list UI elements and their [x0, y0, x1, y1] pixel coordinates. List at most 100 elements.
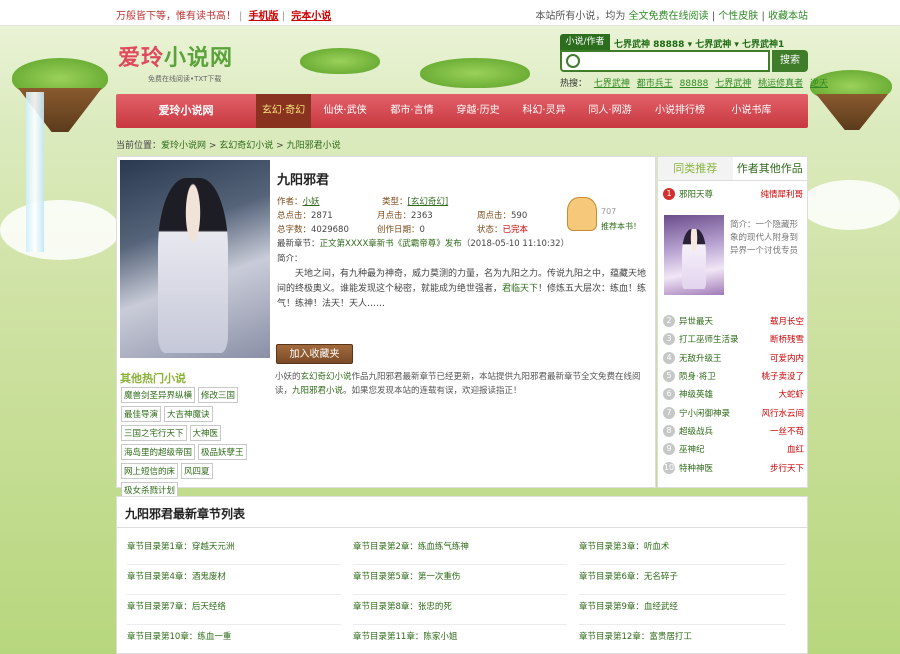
logo-name-b: 小说网: [164, 45, 234, 71]
mobile-link[interactable]: 手机版: [249, 11, 279, 22]
add-favorite-button[interactable]: 加入收藏夹: [276, 344, 353, 364]
recommend-author[interactable]: 步行天下: [770, 462, 804, 474]
recommend-book[interactable]: 神级英雄: [679, 388, 778, 400]
other-hot-item[interactable]: 大吉神魔诀: [164, 406, 213, 422]
chapter-link[interactable]: 章节目录第12章：富贵居打工: [579, 625, 785, 654]
chapter-link[interactable]: 章节目录第5章：第一次重伤: [353, 565, 567, 595]
nav-item-library[interactable]: 小说书库: [717, 94, 786, 128]
recommend-author[interactable]: 桃子卖没了: [761, 370, 804, 382]
list-item[interactable]: 3 打工巫师生活录 断桥残雪: [663, 330, 804, 348]
chapter-link[interactable]: 章节目录第11章：陈家小姐: [353, 625, 567, 654]
chapter-link[interactable]: 章节目录第10章：练血一重: [127, 625, 341, 654]
recommend-book[interactable]: 邪阳天尊: [679, 188, 760, 200]
nav-item-xianxia[interactable]: 仙侠·武侠: [311, 94, 379, 128]
free-read-link[interactable]: 全文免费在线阅读: [629, 11, 709, 22]
type-link[interactable]: [玄幻奇幻]: [408, 197, 449, 207]
recommend-author[interactable]: 载月长空: [770, 315, 804, 327]
hot-search-link[interactable]: 七界武神: [715, 79, 751, 89]
search-button[interactable]: 搜索: [772, 50, 808, 72]
list-item[interactable]: 6 神级英雄 大蛇虾: [663, 385, 804, 403]
hot-search-link[interactable]: 七界武神: [594, 79, 630, 89]
search-type-tag[interactable]: 小说/作者: [560, 34, 610, 50]
chapter-link[interactable]: 章节目录第3章：听血术: [579, 535, 785, 565]
chapter-link[interactable]: 章节目录第7章：后天经络: [127, 595, 341, 625]
tab-author-works[interactable]: 作者其他作品: [733, 157, 808, 180]
list-item[interactable]: 7 宁小闲御神录 风行水云间: [663, 403, 804, 421]
status-badge: 已完本: [502, 225, 529, 235]
search-input[interactable]: [584, 52, 764, 70]
chapter-link[interactable]: 章节目录第6章：无名碎子: [579, 565, 785, 595]
rank-number: 1: [663, 188, 675, 200]
breadcrumb-item[interactable]: 九阳邪君小说: [287, 141, 341, 151]
recommend-author[interactable]: 纯情犀利哥: [760, 188, 803, 200]
list-item[interactable]: 5 陨身·将卫 桃子卖没了: [663, 367, 804, 385]
list-item[interactable]: 2 异世最天 载月长空: [663, 312, 804, 330]
hot-search-link[interactable]: 都市兵王: [637, 79, 673, 89]
breadcrumb-item[interactable]: 爱玲小说网: [161, 141, 206, 151]
recommend-book[interactable]: 特种神医: [679, 462, 770, 474]
bookmark-site-link[interactable]: 收藏本站: [768, 11, 808, 22]
recommend-author[interactable]: 大蛇虾: [778, 388, 804, 400]
nav-item-fantasy[interactable]: 玄幻·奇幻: [256, 94, 311, 128]
skin-link[interactable]: 个性皮肤: [718, 11, 758, 22]
list-item[interactable]: 9 巫神纪 血红: [663, 440, 804, 458]
author-link[interactable]: 小妖: [303, 197, 320, 207]
other-hot-item[interactable]: 三国之宅行天下: [121, 425, 187, 441]
hot-search-link[interactable]: 88888: [680, 79, 709, 89]
search-suggestion[interactable]: 七界武神1: [742, 40, 784, 50]
recommend-author[interactable]: 血红: [787, 443, 804, 455]
recommend-link[interactable]: 推荐本书！: [601, 221, 641, 232]
site-logo[interactable]: 爱玲小说网 免费在线阅读•TXT下载: [118, 40, 268, 84]
other-hot-item[interactable]: 最佳导演: [121, 406, 162, 422]
recommend-book[interactable]: 巫神纪: [679, 443, 787, 455]
book-cover-image[interactable]: [120, 160, 270, 358]
nav-item-scifi[interactable]: 科幻·灵异: [511, 94, 577, 128]
search-suggestion[interactable]: 七界武神 ▾: [695, 40, 739, 50]
chapter-link[interactable]: 章节目录第1章：穿越天元洲: [127, 535, 341, 565]
recommend-author[interactable]: 可爱内内: [770, 352, 804, 364]
latest-chapter-link[interactable]: 正文第XXXX章新书《武霸帝尊》发布: [320, 239, 462, 249]
other-hot-item[interactable]: 海岛里的超级帝国: [121, 444, 196, 460]
desc-category-link[interactable]: 玄幻奇幻小说: [301, 372, 352, 382]
other-hot-item[interactable]: 修改三国: [198, 387, 239, 403]
hot-search-link[interactable]: 逆天: [810, 79, 828, 89]
recommend-book[interactable]: 打工巫师生活录: [679, 333, 770, 345]
list-item[interactable]: 8 超级战兵 一丝不苟: [663, 422, 804, 440]
desc-book-link[interactable]: 九阳邪君小说: [292, 386, 343, 396]
nav-home[interactable]: 爱玲小说网: [116, 94, 256, 128]
recommend-author[interactable]: 风行水云间: [761, 407, 804, 419]
other-hot-item[interactable]: 极品妖孽王: [198, 444, 247, 460]
chapter-link[interactable]: 章节目录第2章：练血练气练神: [353, 535, 567, 565]
thumbs-up-icon[interactable]: [567, 197, 597, 231]
other-hot-item[interactable]: 风四夏: [181, 463, 213, 479]
nav-item-fanfic[interactable]: 同人·网游: [577, 94, 643, 128]
complete-novels-link[interactable]: 完本小说: [291, 11, 331, 22]
words-value: 4029680: [311, 225, 349, 235]
total-click-key: 总点击：: [277, 211, 312, 221]
list-item[interactable]: 4 无敌升级王 可爱内内: [663, 349, 804, 367]
recommend-author[interactable]: 一丝不苟: [770, 425, 804, 437]
nav-item-history[interactable]: 穿越·历史: [445, 94, 511, 128]
chapter-link[interactable]: 章节目录第8章：张忠的死: [353, 595, 567, 625]
recommend-book[interactable]: 超级战兵: [679, 425, 770, 437]
recommend-book[interactable]: 无敌升级王: [679, 352, 770, 364]
other-hot-item[interactable]: 魔兽剑圣异界纵横: [121, 387, 196, 403]
recommend-book[interactable]: 异世最天: [679, 315, 770, 327]
search-suggestion[interactable]: 七界武神 88888 ▾: [614, 40, 692, 50]
tab-similar[interactable]: 同类推荐: [658, 157, 733, 180]
other-hot-item[interactable]: 网上短信的床: [121, 463, 179, 479]
breadcrumb-item[interactable]: 玄幻奇幻小说: [219, 141, 273, 151]
recommend-cover-image[interactable]: [664, 215, 724, 295]
chapter-link[interactable]: 章节目录第4章：酒鬼废材: [127, 565, 341, 595]
list-item[interactable]: 10 特种神医 步行天下: [663, 458, 804, 476]
other-hot-item[interactable]: 大神医: [189, 425, 222, 441]
nav-item-ranking[interactable]: 小说排行榜: [643, 94, 717, 128]
nav-item-urban[interactable]: 都市·言情: [379, 94, 445, 128]
recommend-author[interactable]: 断桥残雪: [770, 333, 804, 345]
recommend-book[interactable]: 陨身·将卫: [679, 370, 761, 382]
recommend-item-top[interactable]: 1 邪阳天尊 纯情犀利哥: [663, 188, 803, 200]
hot-search-link[interactable]: 桃运修真者: [758, 79, 803, 89]
recommend-book[interactable]: 宁小闲御神录: [679, 407, 761, 419]
chapter-link[interactable]: 章节目录第9章：血经武经: [579, 595, 785, 625]
intro-highlight: 君临天下: [502, 284, 539, 294]
